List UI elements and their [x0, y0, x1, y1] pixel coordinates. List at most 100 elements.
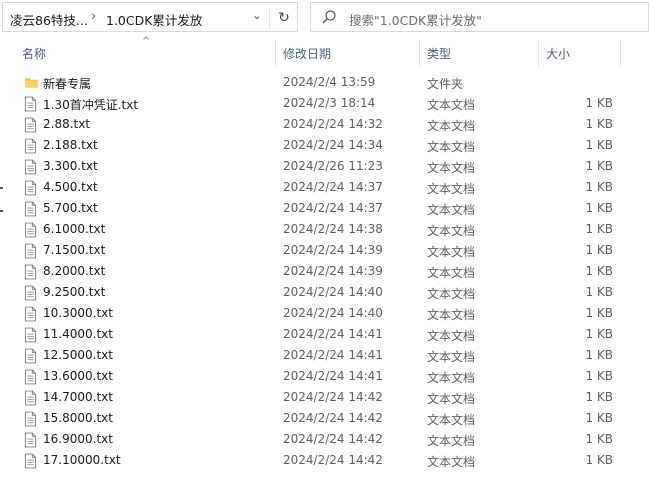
- file-type: 文本文档: [427, 455, 476, 469]
- text-file-icon: [24, 327, 38, 343]
- file-name[interactable]: 4.500.txt: [43, 180, 98, 194]
- folder-icon: [24, 75, 39, 91]
- file-row[interactable]: 13.6000.txt 2024/2/24 14:41 文本文档 1 KB: [0, 367, 649, 388]
- file-row[interactable]: 3.300.txt 2024/2/26 11:23 文本文档 1 KB: [0, 157, 649, 178]
- search-input[interactable]: 搜索"1.0CDK累计发放": [349, 10, 482, 29]
- file-row[interactable]: 2.188.txt 2024/2/24 14:34 文本文档 1 KB: [0, 136, 649, 157]
- file-row[interactable]: 6.1000.txt 2024/2/24 14:38 文本文档 1 KB: [0, 220, 649, 241]
- file-name[interactable]: 13.6000.txt: [43, 369, 113, 383]
- text-file-icon: [24, 390, 38, 406]
- file-row[interactable]: 2.88.txt 2024/2/24 14:32 文本文档 1 KB: [0, 115, 649, 136]
- file-name[interactable]: 6.1000.txt: [43, 222, 105, 236]
- file-row[interactable]: 9.2500.txt 2024/2/24 14:40 文本文档 1 KB: [0, 283, 649, 304]
- file-row[interactable]: 14.7000.txt 2024/2/24 14:42 文本文档 1 KB: [0, 388, 649, 409]
- file-date: 2024/2/26 11:23: [283, 159, 383, 173]
- file-name[interactable]: 16.9000.txt: [43, 432, 113, 446]
- file-type: 文本文档: [427, 308, 476, 322]
- file-date: 2024/2/24 14:42: [283, 390, 383, 404]
- file-name[interactable]: 7.1500.txt: [43, 243, 105, 257]
- file-size: 1 KB: [585, 453, 613, 467]
- chevron-down-icon[interactable]: ⌄: [247, 9, 267, 27]
- column-divider[interactable]: [419, 40, 420, 66]
- text-file-icon: [24, 369, 38, 385]
- text-file-icon: [24, 348, 38, 364]
- divider: [269, 7, 270, 29]
- file-row[interactable]: 10.3000.txt 2024/2/24 14:40 文本文档 1 KB: [0, 304, 649, 325]
- file-name[interactable]: 8.2000.txt: [43, 264, 105, 278]
- column-header: ^ 名称 修改日期 类型 大小: [0, 36, 649, 66]
- text-file-icon: [24, 432, 38, 448]
- file-type: 文本文档: [427, 392, 476, 406]
- refresh-icon[interactable]: ↻: [271, 7, 297, 29]
- file-type: 文本文档: [427, 350, 476, 364]
- file-row[interactable]: 8.2000.txt 2024/2/24 14:39 文本文档 1 KB: [0, 262, 649, 283]
- text-file-icon: [24, 159, 38, 175]
- file-name[interactable]: 5.700.txt: [43, 201, 98, 215]
- file-name[interactable]: 新春专属: [43, 75, 91, 92]
- toolbar: 凌云86特技... › 1.0CDK累计发放 ⌄ ↻ 搜索"1.0CDK累计发放…: [0, 0, 649, 36]
- text-file-icon: [24, 180, 38, 196]
- file-name[interactable]: 10.3000.txt: [43, 306, 113, 320]
- column-date[interactable]: 修改日期: [283, 45, 331, 62]
- file-row[interactable]: 5.700.txt 2024/2/24 14:37 文本文档 1 KB: [0, 199, 649, 220]
- file-size: 1 KB: [585, 369, 613, 383]
- breadcrumb-parent[interactable]: 凌云86特技...: [10, 10, 88, 29]
- column-divider[interactable]: [538, 40, 539, 66]
- file-type: 文本文档: [427, 266, 476, 280]
- breadcrumb-separator-icon[interactable]: ›: [91, 9, 96, 24]
- file-type: 文本文档: [427, 245, 476, 259]
- file-name[interactable]: 1.30首冲凭证.txt: [43, 96, 138, 113]
- file-size: 1 KB: [585, 264, 613, 278]
- file-size: 1 KB: [585, 138, 613, 152]
- file-name[interactable]: 2.88.txt: [43, 117, 90, 131]
- file-size: 1 KB: [585, 159, 613, 173]
- breadcrumb-current[interactable]: 1.0CDK累计发放: [106, 10, 202, 29]
- file-date: 2024/2/24 14:41: [283, 369, 383, 383]
- file-row[interactable]: 12.5000.txt 2024/2/24 14:41 文本文档 1 KB: [0, 346, 649, 367]
- file-date: 2024/2/24 14:32: [283, 117, 383, 131]
- column-name[interactable]: 名称: [22, 45, 46, 62]
- file-date: 2024/2/24 14:40: [283, 306, 383, 320]
- search-icon: [322, 10, 336, 24]
- file-name[interactable]: 9.2500.txt: [43, 285, 105, 299]
- search-box[interactable]: 搜索"1.0CDK累计发放": [310, 2, 649, 32]
- file-date: 2024/2/24 14:42: [283, 453, 383, 467]
- text-file-icon: [24, 243, 38, 259]
- file-name[interactable]: 15.8000.txt: [43, 411, 113, 425]
- file-date: 2024/2/24 14:38: [283, 222, 383, 236]
- file-date: 2024/2/24 14:42: [283, 411, 383, 425]
- column-size[interactable]: 大小: [546, 45, 570, 62]
- file-date: 2024/2/3 18:14: [283, 96, 376, 110]
- file-row[interactable]: 1.30首冲凭证.txt 2024/2/3 18:14 文本文档 1 KB: [0, 94, 649, 115]
- file-size: 1 KB: [585, 411, 613, 425]
- file-size: 1 KB: [585, 117, 613, 131]
- file-size: 1 KB: [585, 432, 613, 446]
- file-row[interactable]: 17.10000.txt 2024/2/24 14:42 文本文档 1 KB: [0, 451, 649, 472]
- file-type: 文本文档: [427, 203, 476, 217]
- file-row[interactable]: 新春专属 2024/2/4 13:59 文件夹: [0, 73, 649, 94]
- file-name[interactable]: 12.5000.txt: [43, 348, 113, 362]
- file-row[interactable]: 7.1500.txt 2024/2/24 14:39 文本文档 1 KB: [0, 241, 649, 262]
- file-row[interactable]: 15.8000.txt 2024/2/24 14:42 文本文档 1 KB: [0, 409, 649, 430]
- file-size: 1 KB: [585, 243, 613, 257]
- address-bar[interactable]: 凌云86特技... › 1.0CDK累计发放 ⌄ ↻: [2, 2, 298, 32]
- file-name[interactable]: 14.7000.txt: [43, 390, 113, 404]
- file-name[interactable]: 11.4000.txt: [43, 327, 113, 341]
- file-name[interactable]: 17.10000.txt: [43, 453, 121, 467]
- file-date: 2024/2/24 14:39: [283, 264, 383, 278]
- file-type: 文件夹: [427, 77, 464, 91]
- text-file-icon: [24, 222, 38, 238]
- file-date: 2024/2/24 14:41: [283, 327, 383, 341]
- text-file-icon: [24, 411, 38, 427]
- column-divider[interactable]: [275, 40, 276, 66]
- file-row[interactable]: 16.9000.txt 2024/2/24 14:42 文本文档 1 KB: [0, 430, 649, 451]
- file-type: 文本文档: [427, 98, 476, 112]
- file-name[interactable]: 3.300.txt: [43, 159, 98, 173]
- file-row[interactable]: 11.4000.txt 2024/2/24 14:41 文本文档 1 KB: [0, 325, 649, 346]
- column-divider[interactable]: [620, 40, 621, 66]
- file-size: 1 KB: [585, 390, 613, 404]
- file-name[interactable]: 2.188.txt: [43, 138, 98, 152]
- text-file-icon: [24, 201, 38, 217]
- column-type[interactable]: 类型: [427, 45, 451, 62]
- file-row[interactable]: 4.500.txt 2024/2/24 14:37 文本文档 1 KB: [0, 178, 649, 199]
